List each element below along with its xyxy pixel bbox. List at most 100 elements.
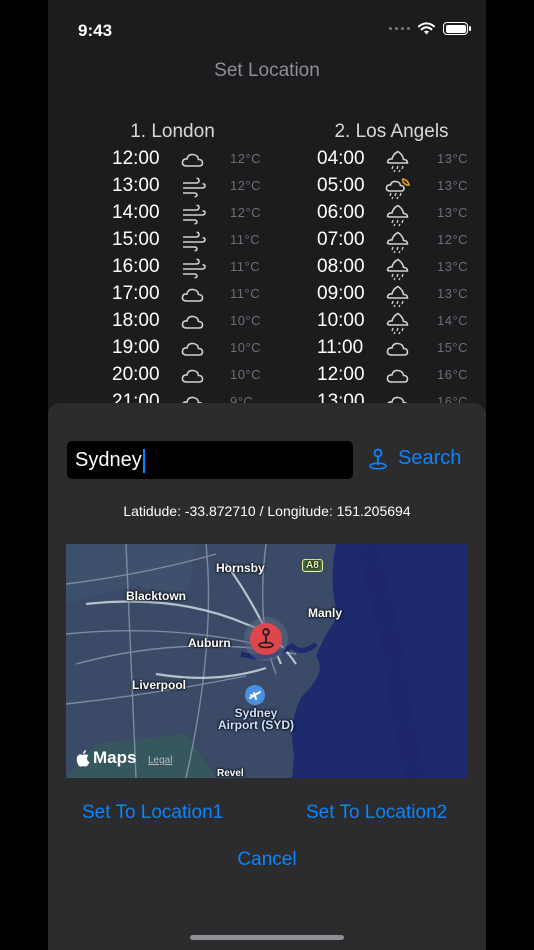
location-pin-marker-icon[interactable] [249, 622, 283, 656]
maps-logo-text: Maps [93, 748, 137, 767]
forecast-row: 12:00 16°C [267, 361, 486, 388]
forecast-temperature: 13°C [437, 205, 469, 220]
forecast-row: 12:00 12°C [48, 145, 267, 172]
set-location1-button[interactable]: Set To Location1 [82, 802, 223, 824]
wind-icon [180, 176, 208, 198]
battery-icon [443, 22, 471, 35]
apple-icon [76, 749, 90, 766]
forecast-temperature: 11°C [230, 232, 261, 247]
map-label-hornsby: Hornsby [216, 561, 265, 575]
forecast-time: 08:00 [317, 256, 365, 277]
forecast-time: 17:00 [112, 283, 160, 304]
forecast-row: 07:00 12°C [267, 226, 486, 254]
wifi-icon [418, 22, 435, 35]
cloud-drizzle-icon [385, 284, 413, 308]
forecast-row: 09:00 13°C [267, 280, 486, 308]
forecast-temperature: 10°C [230, 367, 262, 382]
forecast-time: 13:00 [112, 175, 160, 196]
location1-title: 1. London [130, 121, 215, 142]
cancel-button[interactable]: Cancel [48, 849, 486, 871]
home-indicator[interactable] [190, 935, 344, 940]
cloud-icon [385, 365, 413, 387]
forecast-time: 12:00 [112, 148, 160, 169]
forecast-time: 14:00 [112, 202, 160, 223]
search-button[interactable]: Search [368, 447, 461, 470]
forecast-row: 17:00 11°C [48, 280, 267, 307]
forecast-row: 05:00 13°C [267, 172, 486, 200]
forecast-row: 08:00 13°C [267, 253, 486, 281]
map-label-manly: Manly [308, 606, 343, 620]
wind-icon [180, 257, 208, 279]
search-button-label: Search [398, 447, 462, 469]
forecast-temperature: 10°C [230, 340, 262, 355]
cloud-icon [180, 149, 208, 171]
forecast-time: 16:00 [112, 256, 160, 277]
signal-dots-icon [389, 27, 410, 30]
wind-icon [180, 203, 208, 225]
forecast-row: 21:00 9°C [48, 388, 267, 404]
forecast-time: 11:00 [317, 337, 364, 358]
location2-title: 2. Los Angels [334, 121, 449, 142]
map-label-cut-off: Revel [217, 768, 244, 778]
cloud-drizzle-icon [385, 230, 413, 254]
forecast-time: 12:00 [317, 364, 365, 385]
forecast-column-location1: 1. London 12:00 12°C 13:00 12°C 14:00 12°C 15:… [48, 118, 267, 404]
forecast-temperature: 16°C [437, 367, 469, 382]
forecast-temperature: 15°C [437, 340, 469, 355]
forecast-temperature: 14°C [437, 313, 469, 328]
forecast-row: 16:00 11°C [48, 253, 267, 280]
forecast-time: 04:00 [317, 148, 365, 169]
forecast-row: 15:00 11°C [48, 226, 267, 253]
forecast-time: 07:00 [317, 229, 365, 250]
cloud-icon [180, 365, 208, 387]
forecast-temperature: 12°C [437, 232, 469, 247]
map-canvas [66, 544, 468, 778]
forecast-row: 14:00 12°C [48, 199, 267, 226]
right-margin [486, 0, 534, 950]
cloud-icon [180, 338, 208, 360]
cloud-drizzle-icon [385, 257, 413, 281]
forecast-time: 05:00 [317, 175, 365, 196]
status-icons [389, 22, 471, 35]
page-title: Set Location [214, 60, 320, 81]
forecast-row: 11:00 15°C [267, 334, 486, 361]
forecast-temperature: 13°C [437, 286, 469, 301]
coordinates-label: Latidude: -33.872710 / Longitude: 151.20… [123, 503, 411, 519]
cloud-drizzle-icon [385, 203, 413, 227]
cloud-icon [180, 311, 208, 333]
location-sheet: Sydney Search Latidude: -33.872710 / Lon… [48, 403, 486, 950]
forecast-temperature: 12°C [230, 205, 262, 220]
forecast-row: 04:00 13°C [267, 145, 486, 173]
forecast-row: 18:00 10°C [48, 307, 267, 334]
search-input-value: Sydney [75, 449, 142, 471]
forecast-temperature: 11°C [230, 286, 261, 301]
location-search-input[interactable]: Sydney [67, 441, 353, 479]
map-label-liverpool: Liverpool [132, 678, 187, 692]
left-margin [0, 0, 48, 950]
set-location2-button[interactable]: Set To Location2 [306, 802, 447, 824]
maps-logo: Maps [76, 748, 136, 768]
forecast-temperature: 13°C [437, 151, 469, 166]
status-bar: 9:43 [48, 0, 486, 60]
wind-icon [180, 230, 208, 252]
cloud-icon [385, 338, 413, 360]
map-view[interactable]: Hornsby A8 Blacktown Manly Auburn Liverp… [66, 544, 468, 778]
forecast-time: 09:00 [317, 283, 365, 304]
map-legal-link[interactable]: Legal [148, 755, 172, 766]
map-label-auburn: Auburn [188, 636, 231, 650]
forecast-columns: 1. London 12:00 12°C 13:00 12°C 14:00 12°C 15:… [48, 118, 486, 404]
forecast-time: 19:00 [112, 337, 160, 358]
forecast-row: 20:00 10°C [48, 361, 267, 388]
location-pin-icon [369, 448, 387, 470]
map-highway-badge: A8 [302, 559, 323, 572]
forecast-time: 20:00 [112, 364, 160, 385]
forecast-row: 06:00 13°C [267, 199, 486, 227]
forecast-time: 15:00 [112, 229, 160, 250]
forecast-temperature: 13°C [437, 178, 469, 193]
cloud-moon-rain-icon [385, 176, 413, 200]
forecast-temperature: 13°C [437, 259, 469, 274]
forecast-temperature: 10°C [230, 313, 262, 328]
forecast-temperature: 11°C [230, 259, 261, 274]
cloud-drizzle-icon [385, 149, 413, 173]
airport-icon [245, 685, 265, 705]
